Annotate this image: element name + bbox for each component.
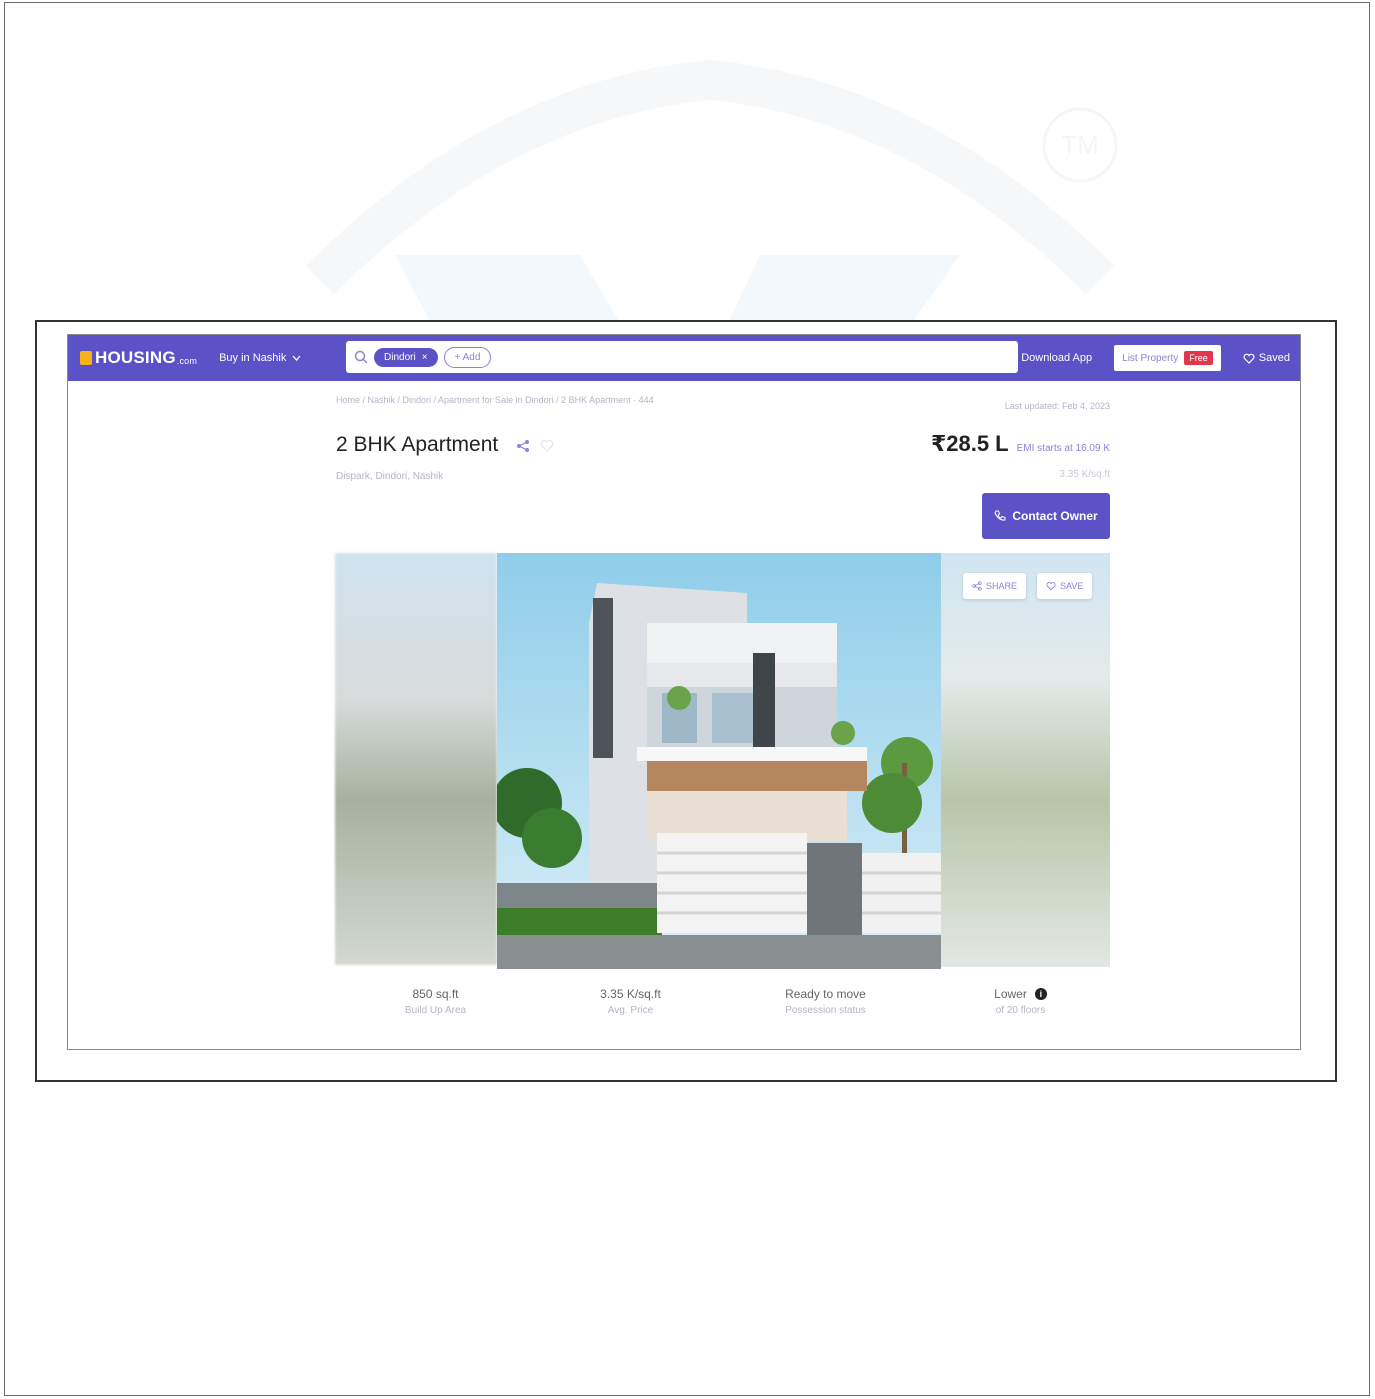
contact-owner-button[interactable]: Contact Owner <box>982 493 1110 539</box>
breadcrumb[interactable]: Home / Nashik / Dindori / Apartment for … <box>336 395 654 405</box>
property-price: ₹28.5 L <box>930 431 1009 456</box>
add-locality-button[interactable]: + Add <box>443 346 492 368</box>
logo-suffix: .com <box>176 355 198 366</box>
gallery-save-label: SAVE <box>1060 581 1084 591</box>
gallery-next-image[interactable] <box>941 553 1110 967</box>
top-navbar: HOUSING .com Buy in Nashik Dindori × + A… <box>68 335 1300 381</box>
chip-close-icon[interactable]: × <box>422 352 428 363</box>
gallery-share-label: SHARE <box>986 581 1018 591</box>
stat-label: Avg. Price <box>607 1005 654 1016</box>
search-chip-label: Dindori <box>384 351 416 363</box>
watermark-tm: TM <box>1061 130 1099 160</box>
browser-window: HOUSING .com Buy in Nashik Dindori × + A… <box>67 334 1301 1050</box>
search-chip-locality[interactable]: Dindori × <box>374 347 438 367</box>
photo-gallery[interactable]: SHARE SAVE <box>335 553 1110 969</box>
stat-value: Ready to move <box>728 987 923 1001</box>
property-title: 2 BHK Apartment <box>336 433 499 456</box>
saved-label: Saved <box>1258 352 1290 364</box>
city-select-dropdown[interactable]: Buy in Nashik <box>219 352 301 364</box>
watermark-logo: TM <box>305 59 1118 340</box>
gallery-save-button[interactable]: SAVE <box>1037 573 1093 599</box>
stat-avg-price: 3.35 K/sq.ft Avg. Price <box>533 987 728 1016</box>
saved-link[interactable]: Saved <box>1243 352 1290 364</box>
stat-value-text: 3.35 K/sq.ft <box>600 987 661 1001</box>
price-per-sqft: 3.35 K/sq.ft <box>1059 469 1110 480</box>
stat-value: 850 sq.ft <box>338 987 533 1001</box>
phone-call-icon <box>994 510 1006 521</box>
download-app-label: Download App <box>1021 352 1093 364</box>
list-property-label: List Property <box>1122 352 1179 364</box>
city-select-label: Buy in Nashik <box>219 352 287 364</box>
nav-right-actions: Download App List Property Free Saved <box>1009 335 1290 381</box>
search-bar[interactable]: Dindori × + Add <box>346 341 1018 373</box>
contact-owner-label: Contact Owner <box>1012 509 1098 523</box>
stat-label: Possession status <box>785 1005 866 1016</box>
logo-text: HOUSING <box>95 348 176 367</box>
property-stats: 850 sq.ft Build Up Area 3.35 K/sq.ft Avg… <box>338 987 1118 1016</box>
title-actions <box>516 439 554 453</box>
stat-floor: Lower i of 20 floors <box>923 987 1118 1016</box>
stat-value-text: 850 sq.ft <box>412 987 459 1001</box>
main-property-photo[interactable] <box>497 553 941 969</box>
share-icon[interactable] <box>516 439 530 453</box>
chevron-down-icon <box>292 355 301 361</box>
stat-label: Build Up Area <box>404 1005 467 1016</box>
gallery-prev-image[interactable] <box>335 553 497 965</box>
stat-build-up-area: 850 sq.ft Build Up Area <box>338 987 533 1016</box>
stat-value: 3.35 K/sq.ft <box>533 987 728 1001</box>
gallery-share-button[interactable]: SHARE <box>963 573 1027 599</box>
heart-icon <box>1243 353 1255 364</box>
download-app-link[interactable]: Download App <box>1009 352 1092 364</box>
phone-icon <box>1009 352 1017 364</box>
list-property-button[interactable]: List Property Free <box>1114 345 1221 371</box>
screenshot-frame: HOUSING .com Buy in Nashik Dindori × + A… <box>35 320 1337 1082</box>
last-updated: Last updated: Feb 4, 2023 <box>1004 401 1110 411</box>
price-row: ₹28.5 L EMI starts at 16.09 K <box>931 431 1110 457</box>
stat-value-text: Ready to move <box>785 987 866 1001</box>
emi-link[interactable]: EMI starts at 16.09 K <box>1017 443 1110 454</box>
stat-possession-status: Ready to move Possession status <box>728 987 923 1016</box>
info-icon[interactable]: i <box>1034 988 1047 1000</box>
search-icon <box>354 350 368 364</box>
property-locality: Dispark, Dindori, Nashik <box>336 471 444 482</box>
free-badge: Free <box>1184 351 1213 365</box>
share-icon <box>972 581 982 591</box>
heart-outline-icon <box>1046 582 1056 591</box>
logo-house-icon <box>80 351 92 365</box>
housing-logo[interactable]: HOUSING .com <box>80 348 197 368</box>
heart-outline-icon[interactable] <box>540 439 554 452</box>
stat-value-text: Lower <box>994 987 1027 1001</box>
stat-value: Lower i <box>923 987 1118 1001</box>
stat-label: of 20 floors <box>995 1005 1046 1016</box>
